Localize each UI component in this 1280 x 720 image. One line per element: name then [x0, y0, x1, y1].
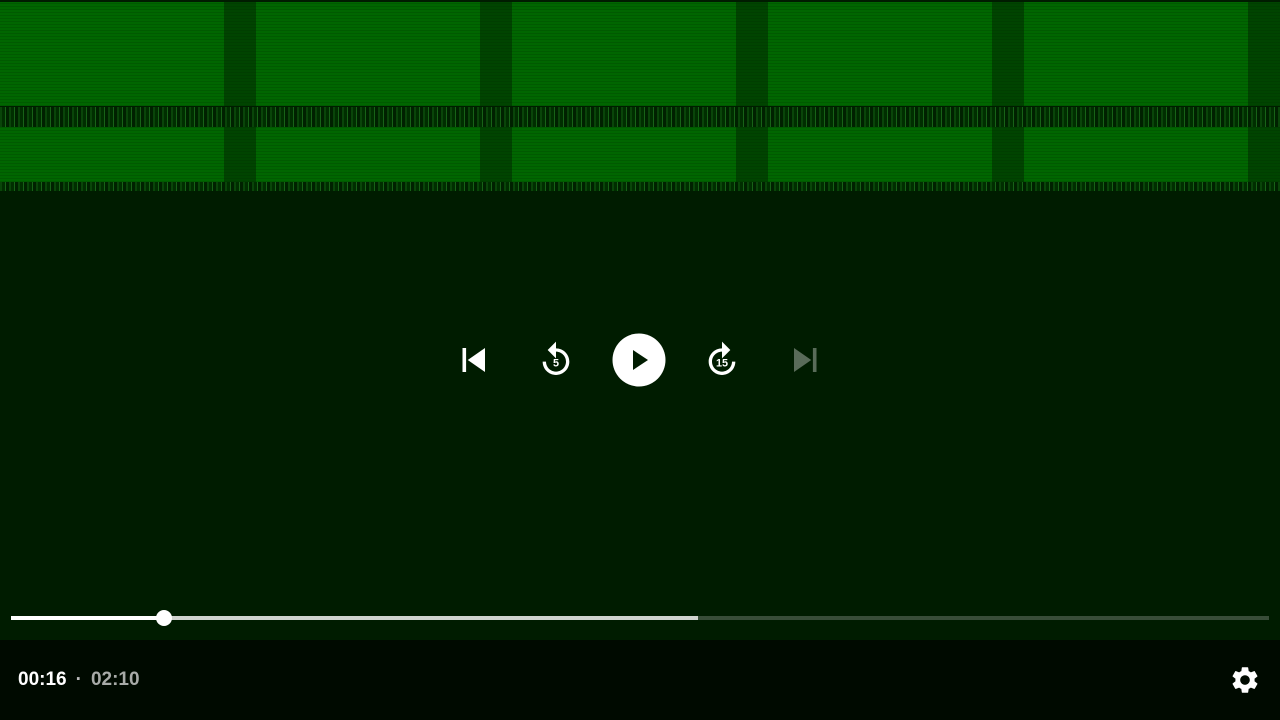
previous-button[interactable] — [450, 333, 496, 387]
forward-15-icon: 15 — [708, 341, 736, 375]
video-frame-band — [0, 127, 1280, 182]
settings-button[interactable] — [1229, 664, 1261, 696]
video-noise-band — [0, 182, 1280, 191]
video-frame-band — [0, 2, 1280, 106]
playback-controls: 5 15 — [0, 333, 1280, 387]
forward-button[interactable]: 15 — [699, 333, 745, 387]
gear-icon — [1232, 667, 1258, 693]
skip-next-icon — [794, 348, 817, 372]
video-noise-band — [0, 107, 1280, 127]
seek-bar[interactable] — [11, 610, 1269, 626]
played-bar — [11, 616, 165, 620]
video-surface[interactable] — [0, 0, 1280, 640]
replay-5-icon: 5 — [542, 341, 570, 375]
current-time: 00:16 — [18, 669, 67, 690]
svg-text:15: 15 — [716, 358, 728, 370]
play-button[interactable] — [612, 333, 666, 387]
time-display: 00:16 · 02:10 — [18, 669, 140, 691]
bottom-bar — [0, 640, 1280, 720]
next-button[interactable] — [783, 333, 829, 387]
skip-previous-icon — [462, 348, 485, 372]
duration: 02:10 — [90, 669, 140, 690]
play-icon — [612, 333, 666, 387]
rewind-button[interactable]: 5 — [533, 333, 579, 387]
time-separator: · — [75, 669, 82, 690]
svg-text:5: 5 — [553, 358, 559, 370]
